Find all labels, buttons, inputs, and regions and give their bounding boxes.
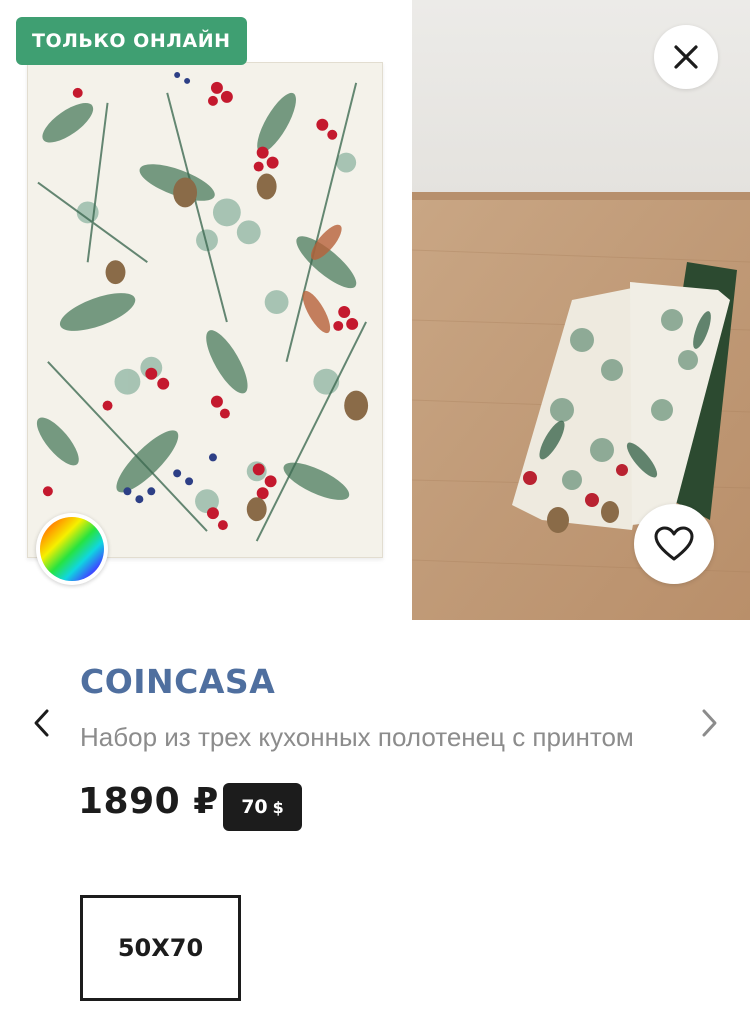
product-price: 1890 ₽ xyxy=(78,781,219,822)
color-wheel-icon xyxy=(40,517,104,581)
product-title: Набор из трех кухонных полотенец с принт… xyxy=(80,722,634,752)
chevron-left-icon xyxy=(34,709,49,737)
size-option-selected[interactable]: 50X70 xyxy=(80,895,241,1001)
product-gallery: ТОЛЬКО ОНЛАЙН xyxy=(0,0,750,620)
favorite-button[interactable] xyxy=(634,504,714,584)
close-icon xyxy=(674,45,698,69)
online-only-badge: ТОЛЬКО ОНЛАЙН xyxy=(16,17,247,65)
previous-product-button[interactable] xyxy=(26,703,56,743)
next-product-button[interactable] xyxy=(695,703,725,743)
close-button[interactable] xyxy=(654,25,718,89)
loyalty-points-badge: 70 $ xyxy=(223,783,302,831)
towel-print-image xyxy=(27,62,383,558)
heart-icon xyxy=(654,526,694,561)
brand-name[interactable]: COINCASA xyxy=(80,662,275,701)
chevron-right-icon xyxy=(702,709,717,737)
color-picker-button[interactable] xyxy=(36,513,108,585)
points-currency-icon: $ xyxy=(272,797,284,817)
points-value: 70 xyxy=(241,796,268,818)
